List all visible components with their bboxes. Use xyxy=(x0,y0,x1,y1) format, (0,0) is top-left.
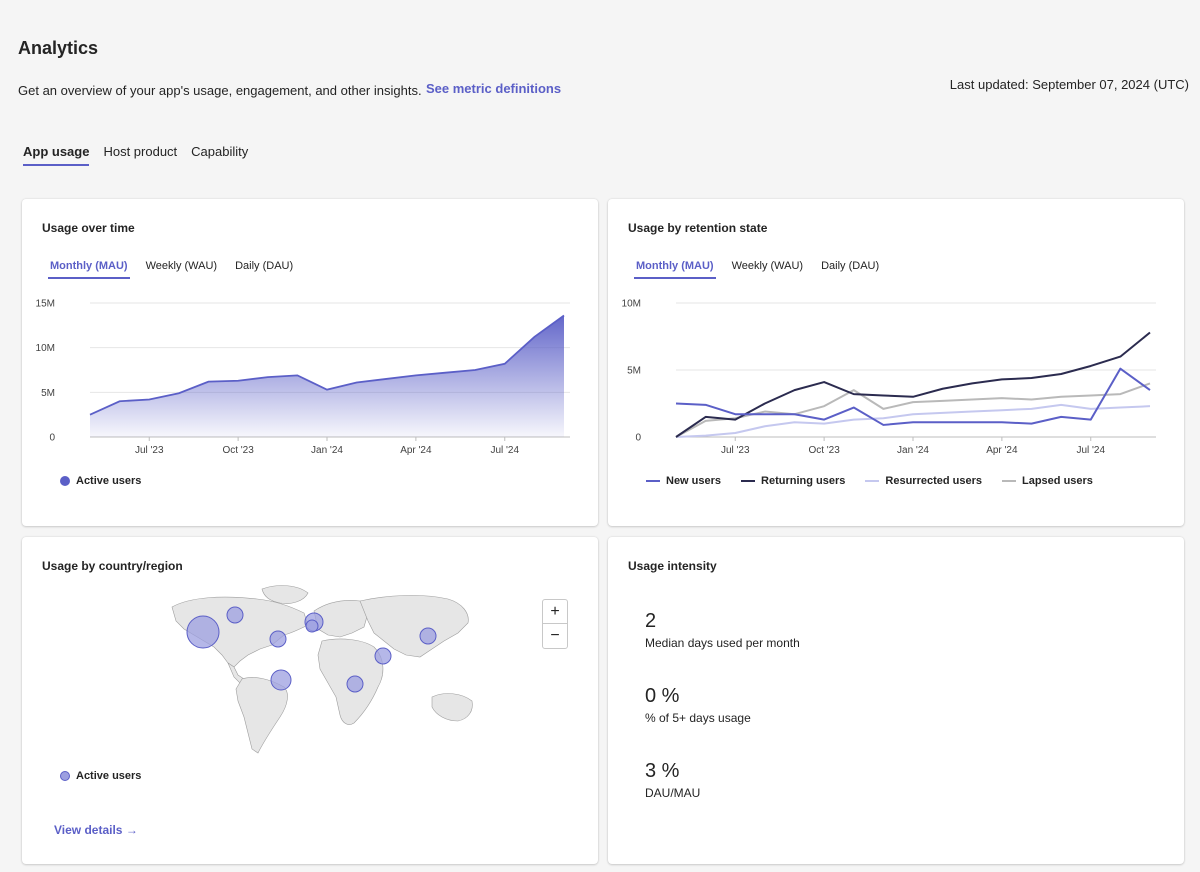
legend-item-lapsed-users[interactable]: Lapsed users xyxy=(1002,475,1093,487)
legend-dot-icon xyxy=(60,771,70,781)
legend-item-new-users[interactable]: New users xyxy=(646,475,721,487)
legend-line-icon xyxy=(741,480,756,482)
bubble-north-atlantic xyxy=(269,630,287,648)
bubble-east-asia xyxy=(419,627,437,645)
card-title: Usage intensity xyxy=(628,559,717,573)
map-legend: Active users xyxy=(60,770,141,782)
x-tick-label: Oct '23 xyxy=(222,445,254,456)
metric-value: 0 % xyxy=(645,685,680,707)
zoom-out-button[interactable]: − xyxy=(543,624,567,648)
legend-label: New users xyxy=(666,475,722,487)
usage-over-time-card: Usage over time Monthly (MAU) Weekly (WA… xyxy=(22,199,598,526)
bubble-canada xyxy=(226,606,244,624)
y-tick-label: 10M xyxy=(36,343,55,354)
legend-label: Resurrected users xyxy=(885,475,982,487)
country-card: Usage by country/region + − Active users… xyxy=(22,537,598,864)
x-tick-label: Jan '24 xyxy=(311,445,343,456)
australia-shape xyxy=(431,693,473,722)
bubble-south-america xyxy=(270,669,292,691)
tab-capability[interactable]: Capability xyxy=(191,144,248,166)
x-tick-label: Jul '24 xyxy=(490,445,519,456)
legend-line-icon xyxy=(865,480,880,482)
bubble-north-america-west xyxy=(186,615,220,649)
legend-item-resurrected-users[interactable]: Resurrected users xyxy=(865,475,982,487)
page-subtitle: Get an overview of your app's usage, eng… xyxy=(18,83,422,98)
metric-dau-mau: 3 % DAU/MAU xyxy=(645,760,700,800)
last-updated-text: Last updated: September 07, 2024 (UTC) xyxy=(949,77,1189,92)
x-tick-label: Jul '24 xyxy=(1076,445,1105,456)
retention-line-chart: 0 5M 10M Jul '23 Oct '23 Jan '24 Apr '24 Jul '2… xyxy=(622,299,1156,456)
legend-item-returning-users[interactable]: Returning users xyxy=(741,475,845,487)
metric-median-days: 2 Median days used per month xyxy=(645,610,800,650)
series-line-lapsed-users xyxy=(675,382,1151,438)
metric-label: DAU/MAU xyxy=(645,786,701,800)
legend-item-active-users[interactable]: Active users xyxy=(60,475,141,487)
usage-area-chart: 0 5M 10M 15M Jul '23 Oct '23 Jan '24 Apr '24 Jul… xyxy=(36,299,570,456)
series-line-resurrected-users xyxy=(675,403,1151,438)
view-details-link[interactable]: View details → xyxy=(54,823,138,837)
bubble-south-asia xyxy=(374,647,392,665)
landmass-shapes xyxy=(171,585,473,754)
chart-legend: Active users xyxy=(60,475,141,487)
legend-label: Lapsed users xyxy=(1022,475,1093,487)
y-tick-label: 5M xyxy=(41,388,55,399)
map-zoom-control: + − xyxy=(542,599,568,649)
retention-card: Usage by retention state Monthly (MAU) W… xyxy=(608,199,1184,526)
legend-item-active-users[interactable]: Active users xyxy=(60,770,141,782)
x-tick-label: Jul '23 xyxy=(135,445,164,456)
x-tick-label: Jul '23 xyxy=(721,445,750,456)
x-tick-label: Oct '23 xyxy=(808,445,840,456)
metric-value: 3 % xyxy=(645,760,680,782)
y-tick-label: 0 xyxy=(49,433,55,444)
y-tick-label: 10M xyxy=(622,299,641,310)
main-tabs: App usage Host product Capability xyxy=(23,144,248,166)
x-tick-label: Jan '24 xyxy=(897,445,929,456)
x-tick-label: Apr '24 xyxy=(400,445,432,456)
legend-label: Active users xyxy=(76,475,142,487)
metric-definitions-link[interactable]: See metric definitions xyxy=(426,81,561,96)
metric-value: 2 xyxy=(645,610,657,632)
legend-line-icon xyxy=(1002,480,1016,482)
metric-five-plus-days: 0 % % of 5+ days usage xyxy=(645,685,751,725)
legend-line-icon xyxy=(646,480,660,482)
asia-shape xyxy=(359,595,469,658)
bubble-africa xyxy=(346,675,364,693)
tab-host-product[interactable]: Host product xyxy=(103,144,177,166)
zoom-in-button[interactable]: + xyxy=(543,600,567,624)
bubble-europe-central xyxy=(305,619,319,633)
active-users-area xyxy=(90,315,564,437)
y-tick-label: 15M xyxy=(36,299,55,310)
legend-label: Returning users xyxy=(761,475,846,487)
tab-app-usage[interactable]: App usage xyxy=(23,144,90,166)
intensity-card: Usage intensity 2 Median days used per m… xyxy=(608,537,1184,864)
page-title: Analytics xyxy=(18,38,99,58)
y-tick-label: 5M xyxy=(627,366,641,377)
metric-label: % of 5+ days usage xyxy=(645,711,751,725)
y-tick-label: 0 xyxy=(635,433,641,444)
metric-label: Median days used per month xyxy=(645,636,800,650)
legend-label: Active users xyxy=(76,770,142,782)
legend-dot-icon xyxy=(60,476,70,486)
x-tick-label: Apr '24 xyxy=(986,445,1018,456)
world-map[interactable] xyxy=(22,537,598,767)
chart-legend: New users Returning users Resurrected us… xyxy=(646,475,1093,487)
